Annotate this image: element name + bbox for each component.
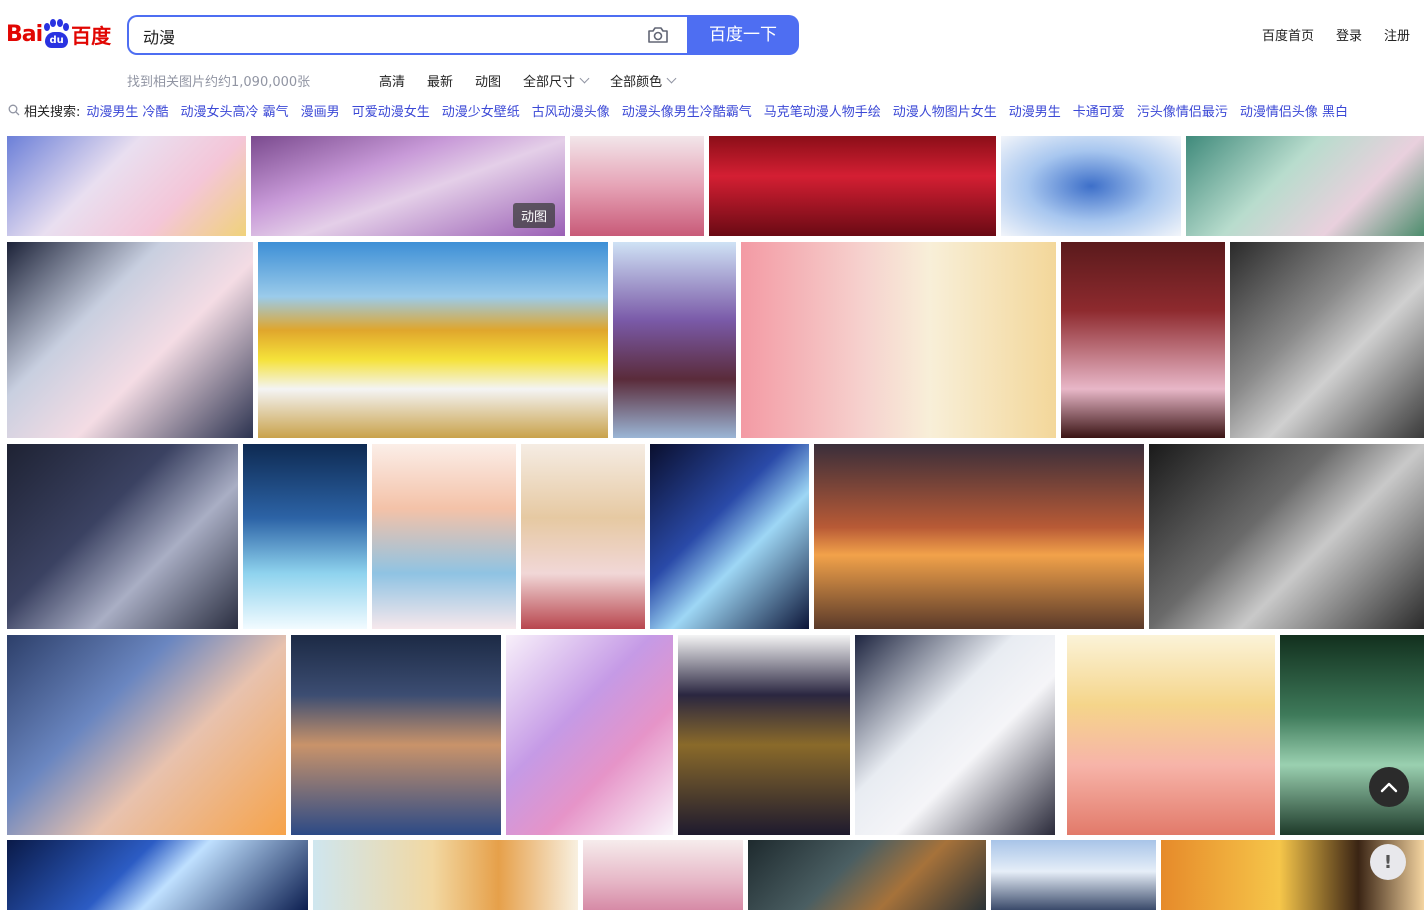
image-result[interactable] (7, 840, 308, 910)
related-link[interactable]: 动漫人物图片女生 (893, 101, 997, 120)
related-link[interactable]: 动漫男生 冷酷 (86, 101, 168, 120)
home-link[interactable]: 百度首页 (1262, 25, 1314, 44)
image-result[interactable] (741, 242, 1056, 438)
filter-latest[interactable]: 最新 (427, 71, 453, 90)
image-result[interactable] (258, 242, 608, 438)
image-result[interactable] (1001, 136, 1181, 236)
related-link[interactable]: 可爱动漫女生 (352, 101, 430, 120)
related-link[interactable]: 漫画男 (301, 101, 340, 120)
image-result[interactable] (1280, 635, 1424, 835)
paw-icon: du (43, 19, 70, 49)
image-result[interactable] (1186, 136, 1424, 236)
related-link[interactable]: 马克笔动漫人物手绘 (764, 101, 881, 120)
image-result[interactable] (613, 242, 736, 438)
filter-color-dropdown[interactable]: 全部颜色 (610, 71, 677, 90)
image-grid: 动图 (0, 136, 1424, 910)
logo-text-bai: Bai (6, 21, 43, 47)
image-result[interactable] (243, 444, 367, 629)
back-to-top-button[interactable] (1369, 767, 1409, 807)
login-link[interactable]: 登录 (1336, 25, 1362, 44)
filter-size-label: 全部尺寸 (523, 74, 576, 90)
header: Bai du 百度 百度一下 百度首页 登录 注册 找到相关图片约约1,090,… (0, 0, 1424, 136)
related-searches: 相关搜索: 动漫男生 冷酷 动漫女头高冷 霸气 漫画男 可爱动漫女生 动漫少女壁… (8, 100, 1360, 120)
search-button[interactable]: 百度一下 (687, 15, 799, 55)
related-link[interactable]: 污头像情侣最污 (1137, 101, 1228, 120)
image-result[interactable] (291, 635, 501, 835)
filter-hd[interactable]: 高清 (379, 71, 405, 90)
image-result[interactable] (570, 136, 704, 236)
gif-badge: 动图 (512, 203, 555, 228)
image-result[interactable] (1149, 444, 1424, 629)
filter-bar: 找到相关图片约约1,090,000张 高清 最新 动图 全部尺寸 全部颜色 (127, 70, 677, 90)
top-nav: 百度首页 登录 注册 (1262, 25, 1410, 44)
chevron-down-icon (579, 73, 590, 83)
related-link[interactable]: 动漫情侣头像 黑白 (1240, 101, 1348, 120)
filter-size-dropdown[interactable]: 全部尺寸 (523, 71, 590, 90)
related-link[interactable]: 动漫头像男生冷酷霸气 (622, 101, 752, 120)
chevron-up-icon (1380, 782, 1398, 793)
image-result[interactable] (855, 635, 1055, 835)
image-result[interactable] (650, 444, 809, 629)
logo-text-du: du (45, 32, 69, 48)
image-result[interactable] (521, 444, 645, 629)
chevron-down-icon (666, 73, 677, 83)
image-result[interactable] (709, 136, 996, 236)
image-result[interactable] (7, 635, 286, 835)
image-result[interactable] (506, 635, 673, 835)
image-result[interactable] (1067, 635, 1275, 835)
filter-gif[interactable]: 动图 (475, 71, 501, 90)
related-link[interactable]: 古风动漫头像 (532, 101, 610, 120)
related-link[interactable]: 动漫男生 (1009, 101, 1061, 120)
image-result[interactable] (748, 840, 986, 910)
image-result[interactable] (7, 444, 238, 629)
image-result[interactable] (678, 635, 850, 835)
related-label: 相关搜索: (24, 104, 81, 120)
result-count: 找到相关图片约约1,090,000张 (127, 74, 311, 90)
feedback-icon: ! (1383, 851, 1393, 873)
feedback-button[interactable]: ! (1370, 844, 1406, 880)
image-result[interactable] (1061, 242, 1225, 438)
image-result[interactable] (583, 840, 743, 910)
image-result[interactable] (313, 840, 578, 910)
filter-color-label: 全部颜色 (610, 74, 663, 90)
related-link[interactable]: 动漫少女壁纸 (442, 101, 520, 120)
camera-icon[interactable] (647, 26, 669, 44)
image-result[interactable] (991, 840, 1156, 910)
image-result[interactable]: 动图 (251, 136, 565, 236)
image-result[interactable] (1230, 242, 1424, 438)
image-result[interactable] (814, 444, 1144, 629)
baidu-logo[interactable]: Bai du 百度 (6, 16, 111, 52)
register-link[interactable]: 注册 (1384, 25, 1410, 44)
related-link[interactable]: 动漫女头高冷 霸气 (181, 101, 289, 120)
logo-text-cn: 百度 (71, 23, 112, 48)
image-result[interactable] (372, 444, 516, 629)
search-box (127, 15, 689, 55)
search-input[interactable] (143, 25, 623, 47)
image-result[interactable] (7, 242, 253, 438)
related-link[interactable]: 卡通可爱 (1073, 101, 1125, 120)
image-result[interactable] (7, 136, 246, 236)
search-icon (8, 104, 20, 116)
